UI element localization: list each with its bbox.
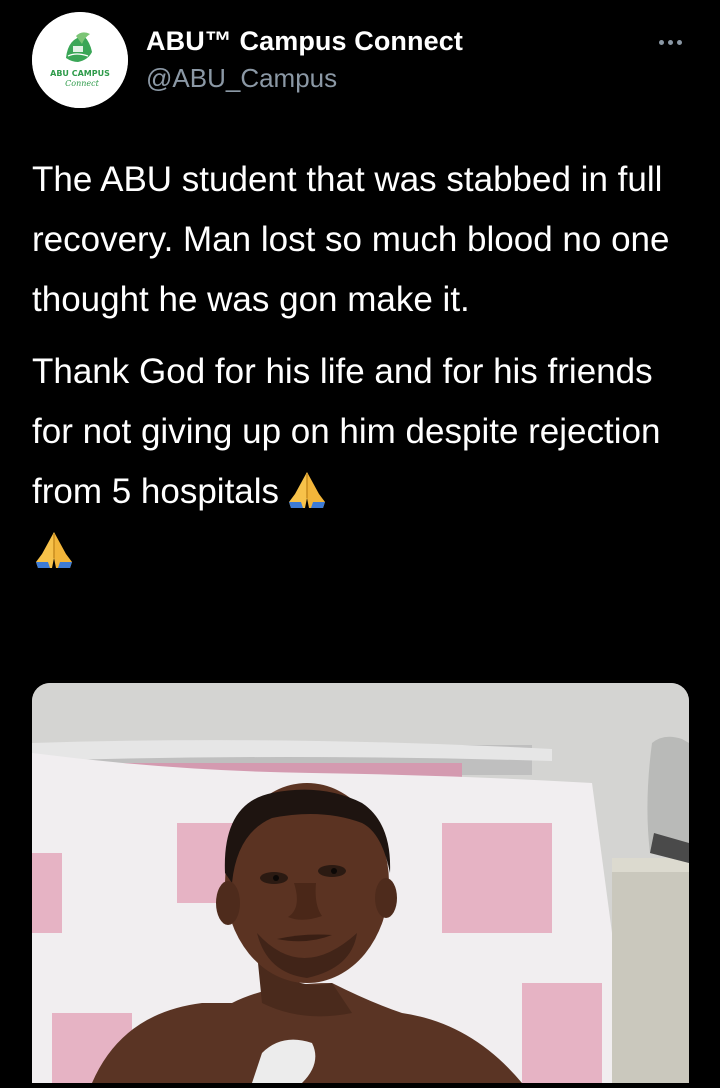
folded-hands-emoji-icon xyxy=(32,528,76,572)
tweet-card: ABU CAMPUS Connect ABU™ Campus Connect @… xyxy=(0,0,720,1088)
avatar[interactable]: ABU CAMPUS Connect xyxy=(32,12,128,108)
tweet-paragraph-with-emoji: Thank God for his life and for his frien… xyxy=(32,342,692,582)
abu-campus-logo: ABU CAMPUS Connect xyxy=(32,12,128,108)
more-horizontal-icon-dot xyxy=(667,39,673,45)
photo-patient-in-hospital-bed xyxy=(32,683,689,1083)
tweet-photo[interactable] xyxy=(32,683,689,1083)
folded-hands-emoji-icon xyxy=(285,468,329,512)
username-handle[interactable]: @ABU_Campus xyxy=(146,63,337,94)
tweet-paragraph: Thank God for his life and for his frien… xyxy=(32,352,661,511)
tweet-text: The ABU student that was stabbed in full… xyxy=(32,150,692,582)
display-name[interactable]: ABU™ Campus Connect xyxy=(146,26,463,57)
more-options-button[interactable] xyxy=(648,28,692,56)
svg-text:ABU CAMPUS: ABU CAMPUS xyxy=(50,69,110,78)
tweet-paragraph: The ABU student that was stabbed in full… xyxy=(32,160,670,319)
more-horizontal-icon-dot xyxy=(676,39,682,45)
svg-text:Connect: Connect xyxy=(65,79,99,88)
more-horizontal-icon xyxy=(658,39,664,45)
